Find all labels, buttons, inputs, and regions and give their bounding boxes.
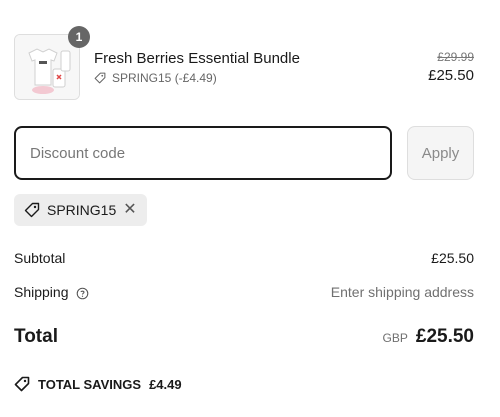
original-price: £29.99	[437, 50, 474, 64]
savings-label: TOTAL SAVINGS	[38, 376, 142, 392]
total-value: £25.50	[415, 326, 474, 347]
applied-discount-tag: SPRING15 ✕	[14, 194, 147, 226]
product-thumbnail-wrapper: 1	[14, 26, 90, 100]
shipping-label-wrap: Shipping	[14, 284, 89, 300]
item-prices: £29.99 £25.50	[428, 50, 474, 84]
total-row: Total GBP £25.50	[14, 326, 474, 348]
apply-button[interactable]: Apply	[407, 126, 474, 180]
tag-icon	[14, 376, 30, 392]
item-discount-label: SPRING15 (-£4.49)	[112, 71, 217, 85]
savings-value: £4.49	[149, 376, 182, 392]
tag-icon	[94, 72, 106, 84]
total-amount: GBP £25.50	[383, 326, 474, 348]
cart-line-item: 1 Fresh Berries Essential Bundle SPRING1…	[14, 26, 474, 102]
help-icon[interactable]	[76, 287, 89, 300]
quantity-badge: 1	[68, 26, 90, 48]
total-savings: TOTAL SAVINGS £4.49	[14, 376, 182, 392]
item-title: Fresh Berries Essential Bundle	[94, 50, 300, 67]
shipping-label: Shipping	[14, 284, 69, 300]
currency-code: GBP	[382, 331, 408, 345]
item-discount: SPRING15 (-£4.49)	[94, 71, 300, 85]
close-icon[interactable]: ✕	[123, 202, 136, 218]
subtotal-row: Subtotal £25.50	[14, 250, 474, 266]
discount-form: Apply	[14, 126, 474, 180]
shipping-row: Shipping Enter shipping address	[14, 284, 474, 300]
tag-icon	[24, 202, 40, 218]
discount-code-input[interactable]	[14, 126, 392, 180]
current-price: £25.50	[428, 67, 474, 84]
total-label: Total	[14, 326, 58, 347]
item-info: Fresh Berries Essential Bundle SPRING15 …	[94, 50, 300, 85]
subtotal-value: £25.50	[431, 250, 474, 266]
subtotal-label: Subtotal	[14, 250, 66, 266]
applied-discount-code: SPRING15	[47, 202, 117, 218]
shipping-value: Enter shipping address	[330, 284, 474, 300]
